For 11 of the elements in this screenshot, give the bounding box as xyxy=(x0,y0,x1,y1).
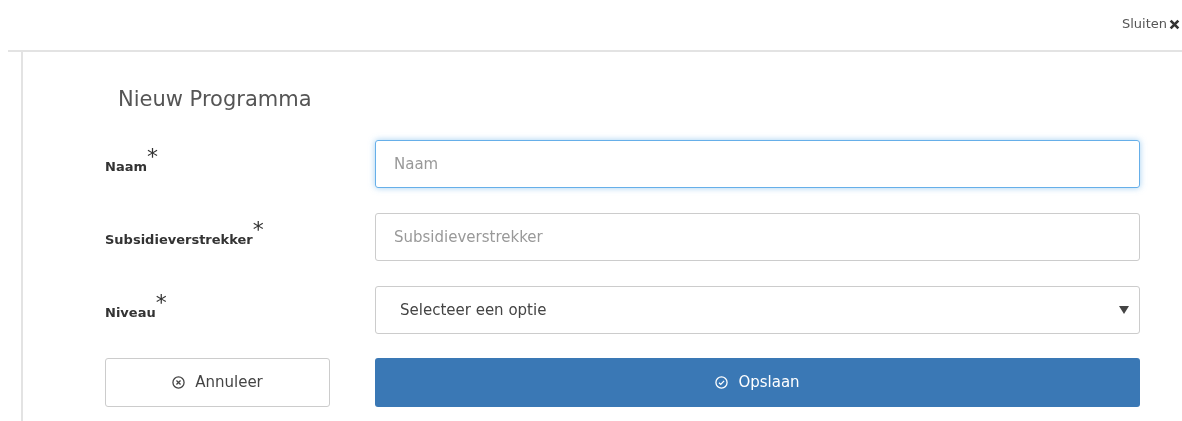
cancel-button[interactable]: Annuleer xyxy=(105,358,330,407)
select-dropdown[interactable]: Selecteer een optie xyxy=(375,286,1140,334)
input-field[interactable]: Naam xyxy=(375,140,1140,188)
close-link[interactable]: Sluiten xyxy=(1121,14,1180,36)
close-icon xyxy=(1169,18,1180,30)
circle-x-icon xyxy=(172,376,186,389)
form-title: Nieuw Programma xyxy=(117,86,313,113)
save-button[interactable]: Opslaan xyxy=(375,358,1140,407)
circle-check-icon xyxy=(715,376,729,389)
input-field[interactable]: Subsidieverstrekker xyxy=(375,213,1140,261)
caret-icon xyxy=(1119,306,1129,314)
